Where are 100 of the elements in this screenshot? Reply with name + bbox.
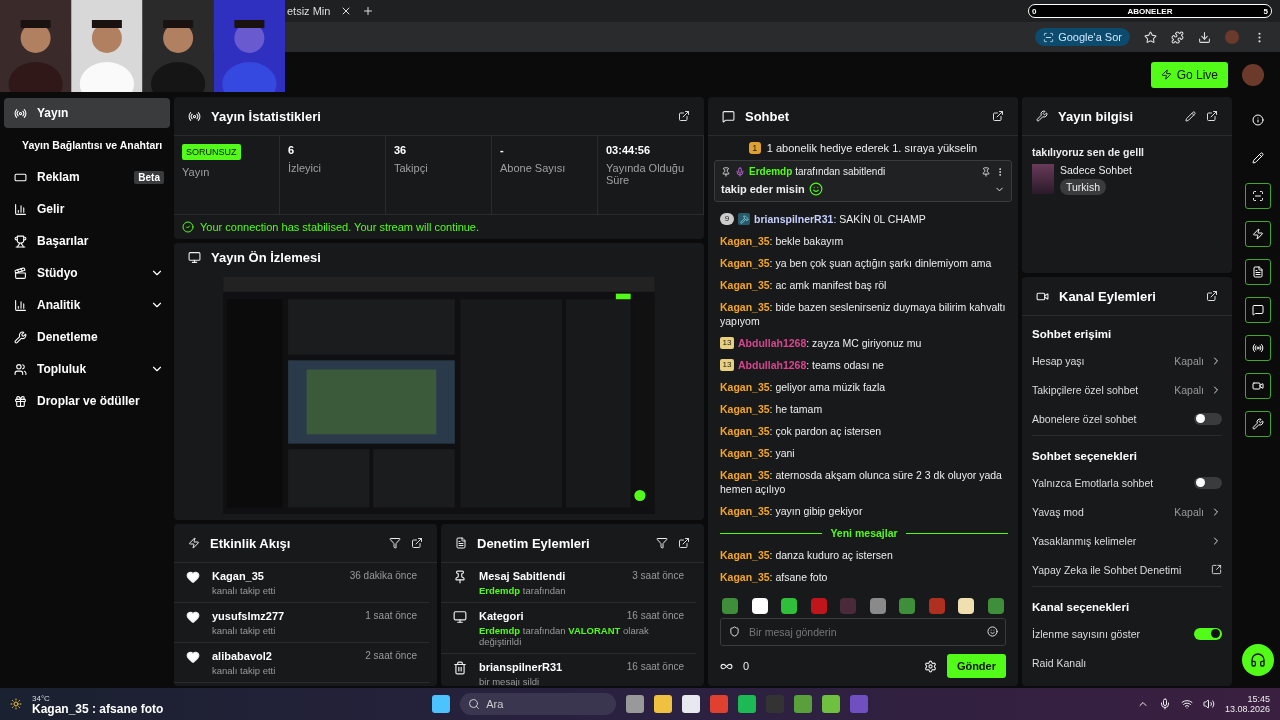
puzzle-icon[interactable] <box>1171 30 1184 44</box>
go-live-button[interactable]: Go Live <box>1150 61 1228 88</box>
stat-value: 03:44:56 <box>606 144 652 156</box>
trophy-icon <box>14 234 27 248</box>
search-field[interactable]: Ara <box>460 693 617 715</box>
music-app-icon[interactable] <box>738 695 757 713</box>
sidebar-item[interactable]: Stüdyo <box>4 258 170 288</box>
card-title: Yayın bilgisi <box>1058 108 1135 124</box>
stat-value: - <box>500 144 505 156</box>
toggle-switch[interactable] <box>1194 627 1222 640</box>
bar-chart-icon <box>14 298 27 312</box>
lightning-icon <box>1160 69 1172 80</box>
clock[interactable]: 15:45 13.08.2026 <box>1224 694 1270 714</box>
star-icon[interactable] <box>1144 30 1157 44</box>
lens-icon <box>1043 31 1055 43</box>
stat-label: Abone Sayısı <box>500 162 567 174</box>
chat-message: Kagan_35: bekle bakayım <box>720 234 845 248</box>
chat-message: brianspilnerR31: SAKİN 0L CHAMP <box>754 212 927 226</box>
sidebar-item[interactable]: Analitik <box>4 290 170 320</box>
store-icon[interactable] <box>682 695 701 713</box>
promo-text: 1 abonelik hediye ederek 1. sıraya yükselin <box>766 142 978 154</box>
sidebar-item[interactable]: Yayın Bağlantısı ve Anahtarı <box>4 130 170 160</box>
action-title: brianspilnerR31 <box>479 661 563 673</box>
microphone-icon[interactable] <box>1158 698 1171 710</box>
user-name: Kagan_35 <box>212 570 264 582</box>
volume-icon[interactable] <box>1202 698 1215 710</box>
broadcast-button[interactable] <box>1245 335 1271 361</box>
send-button[interactable]: Gönder <box>946 654 1006 678</box>
lightning-button[interactable] <box>1245 221 1271 247</box>
setting-value: Kapalı <box>1174 505 1204 518</box>
broadcast-icon <box>1252 342 1264 354</box>
filter-icon[interactable] <box>389 537 401 549</box>
microphone-icon <box>735 166 745 177</box>
download-icon[interactable] <box>1198 30 1211 44</box>
card-title: Kanal Eylemleri <box>1059 288 1157 304</box>
user-badge: 13 <box>720 359 734 371</box>
chat-icon <box>1252 304 1264 316</box>
sidebar-item[interactable]: Topluluk <box>4 354 170 384</box>
filter-icon[interactable] <box>656 537 668 549</box>
popout-icon[interactable] <box>1206 110 1218 122</box>
wrench-icon <box>1252 418 1264 430</box>
section-title: Sohbet seçenekleri <box>1031 449 1138 464</box>
heart-icon <box>186 570 200 584</box>
toggle-switch[interactable] <box>1194 476 1222 489</box>
sidebar-item[interactable]: Denetleme <box>4 322 170 352</box>
windows-start-icon[interactable] <box>432 695 451 713</box>
action-detail: Erdemdp tarafından VALORANT olarak değiştirildi <box>479 625 650 647</box>
sidebar-item[interactable]: Reklam Beta <box>4 162 170 192</box>
section-title: Kanal seçenekleri <box>1031 600 1131 615</box>
pin-icon[interactable] <box>981 166 991 177</box>
card-title: Yayın Ön İzlemesi <box>211 249 322 265</box>
game-icon[interactable] <box>794 695 813 713</box>
chat-message: Abdullah1268: teams odası ne <box>738 358 885 372</box>
chat-button[interactable] <box>1245 297 1271 323</box>
overlay-message: Kagan_35 : afsane foto <box>32 704 164 715</box>
setting-label: Yasaklanmış kelimeler <box>1032 534 1138 547</box>
sidebar-item[interactable]: Yayın <box>4 98 170 128</box>
user-badge: 9 <box>720 213 734 225</box>
wrench-button[interactable] <box>1245 411 1271 437</box>
wifi-icon[interactable] <box>1180 698 1193 710</box>
ask-button[interactable]: Google'a Sor <box>1035 28 1130 46</box>
task-view-icon[interactable] <box>626 695 645 713</box>
popout-icon[interactable] <box>678 110 690 122</box>
help-button[interactable] <box>1242 644 1274 676</box>
goal-end: 5 <box>1263 6 1268 16</box>
smiley-icon[interactable] <box>987 626 998 637</box>
new-tab-icon[interactable] <box>362 5 375 17</box>
cube-icon[interactable] <box>822 695 841 713</box>
popout-icon[interactable] <box>992 110 1004 122</box>
search-icon <box>468 698 481 710</box>
external-link-icon[interactable] <box>1211 564 1222 575</box>
popout-icon[interactable] <box>1206 290 1218 302</box>
setting-value: Kapalı <box>1174 354 1204 367</box>
settings-icon[interactable] <box>923 659 937 673</box>
setting-label: Yalnızca Emotlarla sohbet <box>1032 476 1155 489</box>
folder-icon[interactable] <box>654 695 673 713</box>
event-time: 36 dakika önce <box>349 570 417 582</box>
toggle-switch[interactable] <box>1194 412 1222 425</box>
chat-message: Kagan_35: yayın gibip gekiyor <box>720 504 864 518</box>
sidebar-item[interactable]: Droplar ve ödüller <box>4 386 170 416</box>
browser-tab-title[interactable]: etsiz Min <box>287 5 331 17</box>
connection-notice: Your connection has stabilised. Your stream will continue. <box>200 221 480 233</box>
hammer-badge <box>738 213 750 225</box>
category-thumbnail <box>1032 164 1054 194</box>
chat-message: Kagan_35: ac amk manifest baş röl <box>720 278 888 292</box>
camera-button[interactable] <box>1245 373 1271 399</box>
document-icon <box>455 537 467 549</box>
chat-message: Kagan_35: bide bazen seslenirseniz duymaya bilirim kahvaltı yapıyom <box>720 300 1007 328</box>
weather-icon <box>10 698 22 710</box>
browser-icon[interactable] <box>710 695 729 713</box>
edit-icon[interactable] <box>1185 110 1196 122</box>
popout-icon[interactable] <box>678 537 690 549</box>
sidebar-item[interactable]: Başarılar <box>4 226 170 256</box>
document-button[interactable] <box>1245 259 1271 285</box>
capture-button[interactable] <box>1245 183 1271 209</box>
message-field[interactable]: Bir mesaj gönderin <box>720 618 1006 646</box>
popout-icon[interactable] <box>411 537 423 549</box>
chat-message: Kagan_35: yani <box>720 446 796 460</box>
teams-icon[interactable] <box>850 695 869 713</box>
sidebar-item[interactable]: Gelir <box>4 194 170 224</box>
